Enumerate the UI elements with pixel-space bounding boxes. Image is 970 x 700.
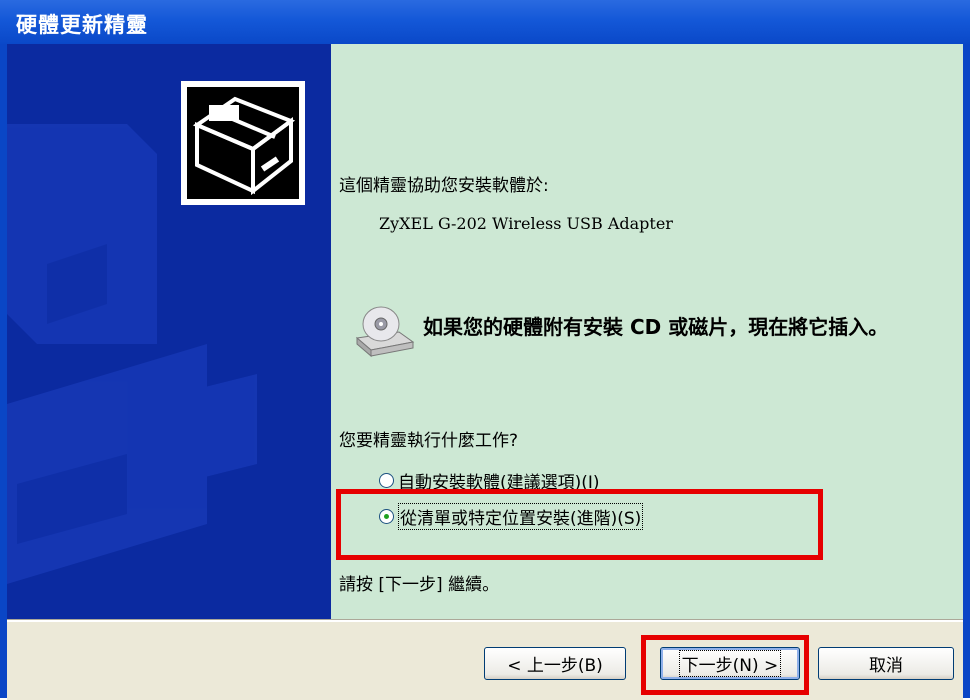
button-bar: < 上一步(B) 下一步(N) > 取消	[7, 620, 963, 700]
wizard-side-panel	[7, 44, 331, 620]
device-name: ZyXEL G-202 Wireless USB Adapter	[379, 214, 673, 233]
window-title: 硬體更新精靈	[0, 0, 970, 44]
back-button[interactable]: < 上一步(B)	[484, 647, 626, 680]
wizard-main-panel: 這個精靈協助您安裝軟體於: ZyXEL G-202 Wireless USB A…	[331, 44, 963, 620]
question-text: 您要精靈執行什麼工作?	[339, 431, 519, 451]
continue-instruction: 請按 [下一步] 繼續。	[339, 575, 500, 595]
cd-prompt: 如果您的硬體附有安裝 CD 或磁片，現在將它插入。	[423, 315, 889, 339]
back-button-label: < 上一步(B)	[507, 656, 603, 676]
highlight-box-next	[641, 635, 809, 695]
intro-text: 這個精靈協助您安裝軟體於:	[339, 176, 549, 196]
highlight-box-option	[336, 489, 823, 560]
cancel-button[interactable]: 取消	[818, 647, 954, 680]
wizard-window: 這個精靈協助您安裝軟體於: ZyXEL G-202 Wireless USB A…	[0, 44, 970, 700]
cancel-button-label: 取消	[869, 656, 903, 676]
hardware-install-icon	[181, 81, 305, 205]
cd-drive-icon	[355, 306, 415, 358]
radio-button[interactable]	[379, 473, 394, 488]
